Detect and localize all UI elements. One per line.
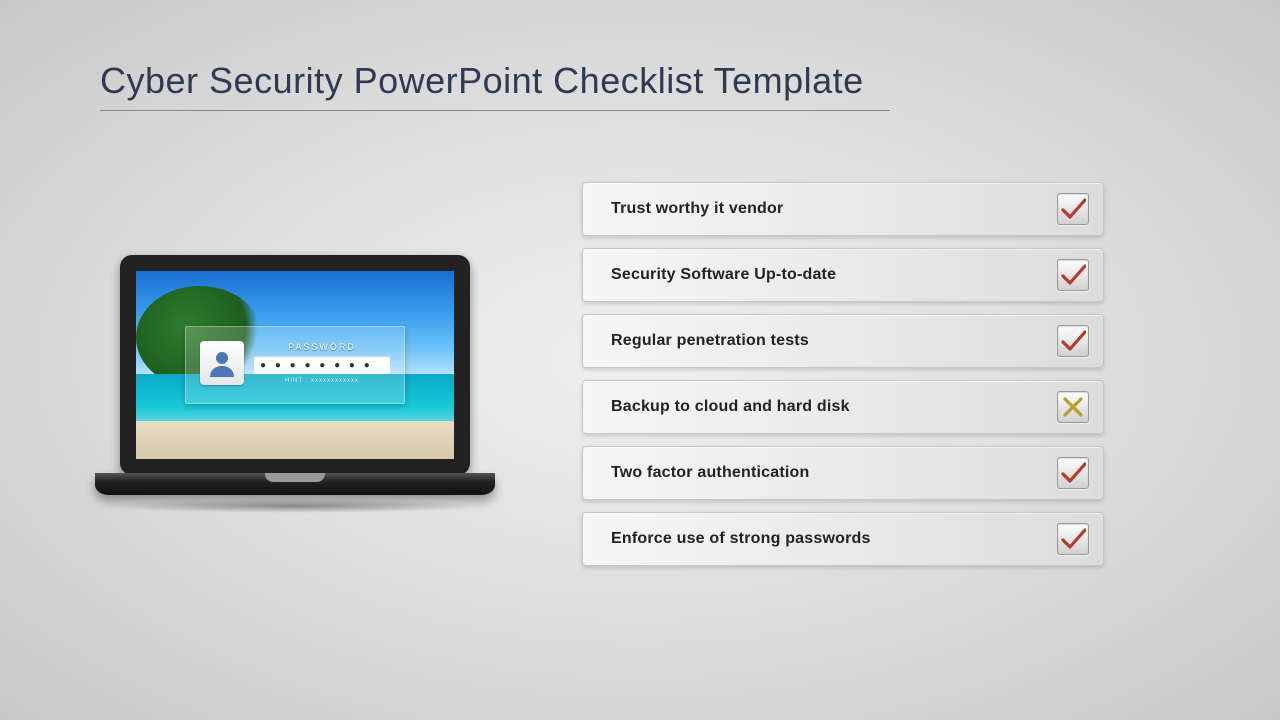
checklist-item-label: Regular penetration tests: [611, 332, 809, 350]
check-icon: [1060, 526, 1086, 552]
checklist-item: Trust worthy it vendor: [582, 182, 1104, 236]
login-fields: PASSWORD ● ● ● ● ● ● ● ● HINT : xxxxxxxx…: [254, 342, 390, 384]
checkbox[interactable]: [1057, 457, 1089, 489]
checklist-item: Two factor authentication: [582, 446, 1104, 500]
avatar-icon: [200, 341, 244, 385]
checklist-item-label: Backup to cloud and hard disk: [611, 398, 850, 416]
checklist-item: Enforce use of strong passwords: [582, 512, 1104, 566]
checkbox[interactable]: [1057, 523, 1089, 555]
laptop-illustration: PASSWORD ● ● ● ● ● ● ● ● HINT : xxxxxxxx…: [95, 255, 495, 513]
page-title: Cyber Security PowerPoint Checklist Temp…: [100, 60, 890, 111]
laptop-base: [95, 473, 495, 495]
login-box: PASSWORD ● ● ● ● ● ● ● ● HINT : xxxxxxxx…: [185, 326, 405, 404]
check-icon: [1060, 196, 1086, 222]
checkbox[interactable]: [1057, 325, 1089, 357]
checklist-item-label: Two factor authentication: [611, 464, 809, 482]
password-hint: HINT : xxxxxxxxxxxx: [254, 378, 390, 384]
password-input[interactable]: ● ● ● ● ● ● ● ●: [254, 356, 390, 374]
checkbox[interactable]: [1057, 391, 1089, 423]
checklist-item: Regular penetration tests: [582, 314, 1104, 368]
checklist-item-label: Enforce use of strong passwords: [611, 530, 871, 548]
checkbox[interactable]: [1057, 193, 1089, 225]
password-label: PASSWORD: [254, 342, 390, 352]
check-icon: [1060, 262, 1086, 288]
laptop-screen: PASSWORD ● ● ● ● ● ● ● ● HINT : xxxxxxxx…: [120, 255, 470, 475]
checkbox[interactable]: [1057, 259, 1089, 291]
checklist-item: Security Software Up-to-date: [582, 248, 1104, 302]
checklist: Trust worthy it vendor Security Software…: [582, 182, 1104, 566]
check-icon: [1060, 328, 1086, 354]
checklist-item-label: Trust worthy it vendor: [611, 200, 783, 218]
checklist-item: Backup to cloud and hard disk: [582, 380, 1104, 434]
checklist-item-label: Security Software Up-to-date: [611, 266, 836, 284]
cross-icon: [1060, 394, 1086, 420]
laptop-shadow: [105, 499, 485, 513]
laptop-notch: [265, 473, 325, 482]
check-icon: [1060, 460, 1086, 486]
